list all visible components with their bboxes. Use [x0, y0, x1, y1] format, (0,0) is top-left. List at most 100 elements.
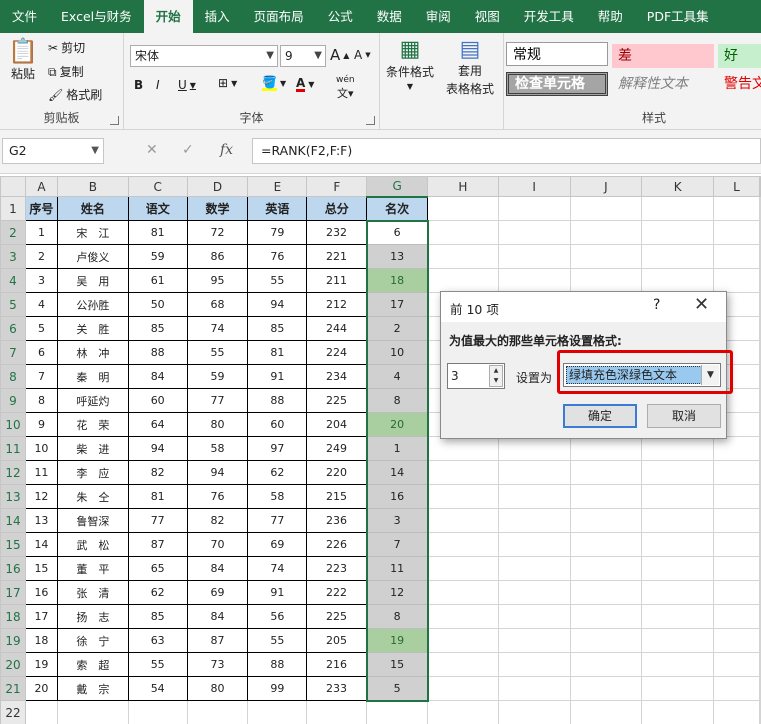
- cell[interactable]: 序号: [24, 196, 58, 221]
- column-header[interactable]: I: [497, 176, 571, 197]
- phonetic-button[interactable]: wén 文▾: [336, 75, 355, 101]
- column-header[interactable]: C: [127, 176, 188, 197]
- cell[interactable]: [569, 580, 643, 605]
- cell[interactable]: 7: [24, 364, 58, 389]
- cell[interactable]: 249: [306, 436, 368, 461]
- cell[interactable]: 82: [127, 460, 188, 485]
- tab-9[interactable]: 开发工具: [512, 0, 586, 33]
- column-header[interactable]: H: [427, 176, 499, 197]
- cell[interactable]: 3: [365, 508, 429, 533]
- cell[interactable]: [127, 700, 188, 724]
- cell[interactable]: 索 超: [56, 652, 129, 677]
- cell[interactable]: [759, 700, 761, 724]
- cell[interactable]: 80: [186, 676, 249, 701]
- cell[interactable]: [427, 652, 499, 677]
- cell[interactable]: 56: [247, 604, 308, 629]
- cell[interactable]: [641, 532, 715, 557]
- cell[interactable]: 8: [365, 604, 429, 629]
- name-box[interactable]: G2 ▼: [2, 138, 104, 164]
- cell[interactable]: 17: [24, 604, 58, 629]
- formula-input[interactable]: =RANK(F2,F:F): [252, 138, 761, 164]
- cell[interactable]: 91: [247, 364, 308, 389]
- cell[interactable]: [759, 364, 761, 389]
- cell[interactable]: 74: [247, 556, 308, 581]
- cell[interactable]: [759, 292, 761, 317]
- cell[interactable]: 13: [24, 508, 58, 533]
- cell[interactable]: 68: [186, 292, 249, 317]
- conditional-format-button[interactable]: ▦ 条件格式 ▼: [386, 39, 434, 92]
- cell[interactable]: [759, 268, 761, 293]
- font-color-button[interactable]: A ▼: [296, 77, 314, 92]
- cell[interactable]: [569, 628, 643, 653]
- cell[interactable]: [427, 700, 499, 724]
- cell[interactable]: 76: [186, 484, 249, 509]
- cell[interactable]: [641, 580, 715, 605]
- row-header[interactable]: 13: [0, 484, 26, 509]
- cell[interactable]: 语文: [127, 196, 188, 221]
- bold-button[interactable]: B: [134, 78, 143, 92]
- cell[interactable]: 10: [365, 340, 429, 365]
- cell[interactable]: [427, 580, 499, 605]
- cell[interactable]: 吴 用: [56, 268, 129, 293]
- cell[interactable]: 85: [127, 316, 188, 341]
- style-explanatory[interactable]: 解释性文本: [612, 72, 714, 96]
- font-name-select[interactable]: 宋体 ▼: [130, 45, 278, 67]
- cell[interactable]: [497, 508, 571, 533]
- cell[interactable]: [641, 676, 715, 701]
- cell[interactable]: [759, 436, 761, 461]
- cell[interactable]: 19: [24, 652, 58, 677]
- cell[interactable]: 94: [127, 436, 188, 461]
- column-header[interactable]: F: [306, 176, 368, 197]
- tab-0[interactable]: 文件: [0, 0, 49, 33]
- cell[interactable]: [641, 508, 715, 533]
- row-header[interactable]: 17: [0, 580, 26, 605]
- check-icon[interactable]: ✓: [182, 142, 194, 158]
- cell[interactable]: 18: [24, 628, 58, 653]
- cell[interactable]: [427, 460, 499, 485]
- cell[interactable]: 77: [127, 508, 188, 533]
- cell[interactable]: 7: [365, 532, 429, 557]
- cell[interactable]: 11: [24, 460, 58, 485]
- cell[interactable]: 15: [24, 556, 58, 581]
- cell[interactable]: [641, 268, 715, 293]
- tab-11[interactable]: PDF工具集: [635, 0, 721, 33]
- cell[interactable]: 4: [365, 364, 429, 389]
- tab-8[interactable]: 视图: [463, 0, 512, 33]
- cell[interactable]: 82: [186, 508, 249, 533]
- cell[interactable]: 2: [365, 316, 429, 341]
- cell[interactable]: 232: [306, 220, 368, 245]
- cell[interactable]: 94: [247, 292, 308, 317]
- column-header[interactable]: J: [569, 176, 643, 197]
- cell[interactable]: 81: [247, 340, 308, 365]
- cell[interactable]: [497, 484, 571, 509]
- cell[interactable]: 59: [127, 244, 188, 269]
- cell[interactable]: 70: [186, 532, 249, 557]
- cell[interactable]: [569, 484, 643, 509]
- cell[interactable]: 5: [24, 316, 58, 341]
- cell[interactable]: [24, 700, 58, 724]
- cell[interactable]: 17: [365, 292, 429, 317]
- cell[interactable]: [713, 628, 760, 653]
- cell[interactable]: 8: [365, 388, 429, 413]
- cell[interactable]: [497, 460, 571, 485]
- cut-button[interactable]: ✂ 剪切: [48, 39, 85, 56]
- cell[interactable]: 卢俊义: [56, 244, 129, 269]
- cell[interactable]: 225: [306, 604, 368, 629]
- cell[interactable]: 名次: [366, 196, 429, 221]
- cell[interactable]: 234: [306, 364, 368, 389]
- row-header[interactable]: 15: [0, 532, 26, 557]
- cell[interactable]: [759, 604, 761, 629]
- cell[interactable]: 225: [306, 388, 368, 413]
- cell[interactable]: 英语: [247, 196, 308, 221]
- cell[interactable]: 张 清: [56, 580, 129, 605]
- cell[interactable]: 19: [365, 628, 429, 653]
- cell[interactable]: 李 应: [56, 460, 129, 485]
- column-header[interactable]: K: [641, 176, 715, 197]
- cell[interactable]: 1: [24, 220, 58, 245]
- row-header[interactable]: 22: [0, 700, 26, 724]
- column-header[interactable]: B: [56, 176, 129, 197]
- cell[interactable]: 77: [247, 508, 308, 533]
- insert-function-button[interactable]: fx: [220, 142, 233, 158]
- style-good[interactable]: 好: [718, 44, 761, 68]
- tab-2[interactable]: 开始: [143, 0, 193, 33]
